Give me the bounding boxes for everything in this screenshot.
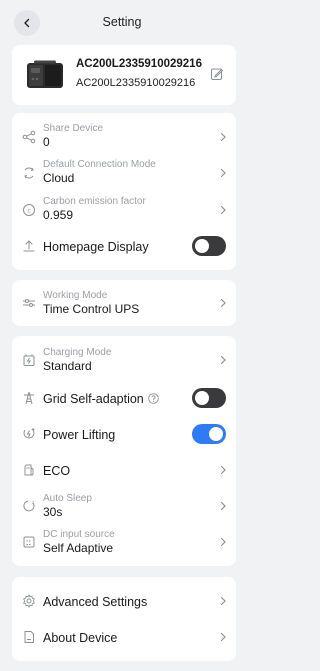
device-menu-card: Advanced Settings About Device: [12, 577, 236, 661]
connection-icon: [22, 166, 36, 180]
chevron-right-icon: [220, 501, 226, 511]
dc-input-source-row[interactable]: DC input source Self Adaptive: [12, 525, 236, 559]
advanced-settings-row[interactable]: Advanced Settings: [12, 587, 236, 615]
dc-input-icon: [22, 535, 36, 549]
auto-sleep-value: 30s: [43, 505, 63, 519]
homepage-display-row: Homepage Display: [12, 232, 236, 260]
advanced-settings-label: Advanced Settings: [43, 595, 148, 609]
grid-self-adaption-label: Grid Self-adaption: [43, 392, 144, 406]
gear-icon: [22, 594, 36, 608]
chevron-right-icon: [220, 132, 226, 142]
chevron-right-icon: [220, 298, 226, 308]
document-icon: [22, 630, 36, 644]
toggle-knob: [195, 239, 209, 253]
upload-icon: [22, 239, 36, 253]
device-card[interactable]: AC200L2335910029216 AC200L2335910029216: [12, 45, 236, 105]
sleep-icon: z: [22, 499, 36, 513]
toggle-knob: [209, 427, 223, 441]
device-serial: AC200L2335910029216: [76, 77, 196, 89]
default-connection-row[interactable]: Default Connection Mode Cloud: [12, 156, 236, 190]
dc-input-source-label: DC input source: [43, 529, 115, 540]
working-mode-label: Working Mode: [43, 290, 108, 301]
default-connection-value: Cloud: [43, 171, 75, 185]
share-device-value: 0: [43, 135, 50, 149]
share-icon: [22, 130, 36, 144]
toggle-knob: [195, 391, 209, 405]
carbon-factor-row[interactable]: c Carbon emission factor 0.959: [12, 193, 236, 227]
chevron-right-icon: [220, 596, 226, 606]
power-lifting-label: Power Lifting: [43, 428, 116, 442]
power-lifting-icon: [22, 427, 36, 441]
about-device-row[interactable]: About Device: [12, 623, 236, 651]
grid-self-adaption-toggle[interactable]: [192, 388, 226, 408]
homepage-display-label: Homepage Display: [43, 240, 149, 254]
eco-label: ECO: [43, 464, 71, 478]
power-lifting-row: Power Lifting: [12, 420, 236, 448]
dc-input-source-value: Self Adaptive: [43, 541, 114, 555]
grid-tower-icon: [22, 391, 36, 405]
working-mode-row[interactable]: Working Mode Time Control UPS: [12, 286, 236, 320]
charging-icon: [22, 353, 36, 367]
grid-self-adaption-row: Grid Self-adaption: [12, 384, 236, 412]
power-lifting-toggle[interactable]: [192, 424, 226, 444]
chevron-right-icon: [220, 465, 226, 475]
auto-sleep-label: Auto Sleep: [43, 493, 92, 504]
eco-row[interactable]: ECO: [12, 456, 236, 484]
working-mode-card: Working Mode Time Control UPS: [12, 280, 236, 326]
eco-icon: [22, 463, 36, 477]
charging-mode-value: Standard: [43, 359, 92, 373]
charging-settings-card: Charging Mode Standard Grid Self-adaptio…: [12, 336, 236, 566]
svg-text:c: c: [27, 208, 30, 215]
charging-mode-label: Charging Mode: [43, 347, 112, 358]
carbon-factor-value: 0.959: [43, 208, 74, 222]
about-device-label: About Device: [43, 631, 118, 645]
chevron-right-icon: [220, 205, 226, 215]
share-device-label: Share Device: [43, 123, 104, 134]
device-name: AC200L2335910029216: [76, 58, 202, 70]
page-title: Setting: [102, 15, 142, 29]
auto-sleep-row[interactable]: z Auto Sleep 30s: [12, 489, 236, 523]
working-mode-icon: [22, 296, 36, 310]
charging-mode-row[interactable]: Charging Mode Standard: [12, 343, 236, 377]
header-bar: Setting: [0, 0, 244, 46]
default-connection-label: Default Connection Mode: [43, 159, 156, 170]
help-icon[interactable]: [148, 393, 159, 405]
carbon-icon: c: [22, 203, 36, 217]
general-settings-card: Share Device 0 Default Connection Mode C…: [12, 113, 236, 270]
carbon-factor-label: Carbon emission factor: [43, 196, 146, 207]
homepage-display-toggle[interactable]: [192, 236, 226, 256]
power-station-image: [27, 60, 63, 88]
chevron-right-icon: [220, 168, 226, 178]
chevron-right-icon: [220, 632, 226, 642]
svg-text:z: z: [32, 501, 35, 506]
chevron-right-icon: [220, 355, 226, 365]
working-mode-value: Time Control UPS: [43, 302, 140, 316]
chevron-right-icon: [220, 537, 226, 547]
share-device-row[interactable]: Share Device 0: [12, 120, 236, 154]
edit-icon[interactable]: [210, 67, 224, 81]
